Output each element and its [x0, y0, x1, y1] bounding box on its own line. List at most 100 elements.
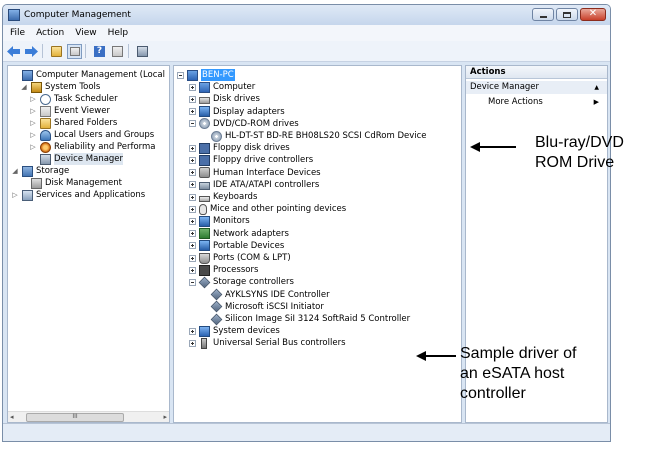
scroll-right-icon[interactable]: ▸: [163, 412, 167, 422]
tree-item-shared-folders[interactable]: ▷ Shared Folders: [29, 117, 117, 129]
collapse-icon[interactable]: ▲: [594, 81, 599, 94]
tree-item-label: Computer Management (Local: [36, 70, 165, 80]
device-item-ben-pc[interactable]: BEN-PC: [177, 69, 235, 81]
tree-item-disk-management[interactable]: Disk Management: [20, 177, 122, 189]
tree-item-services-and-applications[interactable]: ▷ Services and Applications: [11, 189, 145, 201]
device-item-monitors[interactable]: Monitors: [189, 215, 250, 227]
device-item-computer[interactable]: Computer: [189, 81, 255, 93]
tree-item-label: Reliability and Performa: [54, 142, 156, 152]
maximize-button[interactable]: [556, 8, 578, 21]
tree-item-local-users-and-groups[interactable]: ▷ Local Users and Groups: [29, 129, 154, 141]
collapse-minus-icon[interactable]: [177, 71, 184, 79]
device-item-ayklsyns-ide-controller[interactable]: AYKLSYNS IDE Controller: [201, 288, 330, 301]
expand-plus-icon[interactable]: [189, 254, 196, 262]
expand-plus-icon[interactable]: [189, 83, 196, 91]
menu-file[interactable]: File: [10, 28, 25, 38]
expand-arrow-icon[interactable]: ▷: [11, 191, 19, 199]
device-item-floppy-disk-drives[interactable]: Floppy disk drives: [189, 142, 290, 154]
tree-item-storage[interactable]: ◢ Storage: [11, 165, 69, 177]
device-item-dvd-cd-rom-drives[interactable]: DVD/CD-ROM drives: [189, 118, 299, 130]
expand-plus-icon[interactable]: [189, 95, 196, 103]
device-item-microsoft-iscsi-initiator[interactable]: Microsoft iSCSI Initiator: [201, 300, 324, 313]
horizontal-scrollbar[interactable]: ◂ III ▸: [8, 411, 169, 422]
expand-arrow-icon[interactable]: ▷: [29, 95, 37, 103]
device-item-floppy-drive-controllers[interactable]: Floppy drive controllers: [189, 154, 313, 166]
tree-item-device-manager[interactable]: Device Manager: [29, 153, 124, 165]
tree-item-event-viewer[interactable]: ▷ Event Viewer: [29, 105, 110, 117]
collapse-arrow-icon[interactable]: ◢: [11, 167, 19, 175]
up-folder-button[interactable]: [49, 44, 64, 59]
device-item-display-adapters[interactable]: Display adapters: [189, 106, 285, 118]
actions-section-device-manager[interactable]: Device Manager ▲: [466, 81, 607, 94]
bluray-arrow: [470, 142, 516, 152]
tree-item-task-scheduler[interactable]: ▷ Task Scheduler: [29, 93, 118, 105]
processor-icon: [199, 264, 210, 276]
menu-view[interactable]: View: [75, 28, 96, 38]
expand-plus-icon[interactable]: [189, 193, 196, 201]
show-hide-tree-button[interactable]: [67, 43, 82, 59]
users-icon: [40, 129, 51, 141]
tree-item-reliability-and-performa[interactable]: ▷ Reliability and Performa: [29, 141, 156, 153]
expand-plus-icon[interactable]: [189, 230, 196, 238]
more-actions-item[interactable]: More Actions: [488, 96, 543, 109]
device-item-silicon-image-sii-3124-softraid-5-controller[interactable]: Silicon Image SiI 3124 SoftRaid 5 Contro…: [201, 313, 410, 325]
esata-annotation: Sample driver of an eSATA host controlle…: [460, 344, 577, 404]
device-item-label: Keyboards: [213, 192, 258, 202]
computer-management-app-icon: [8, 9, 20, 21]
menu-action[interactable]: Action: [36, 28, 64, 38]
expand-plus-icon[interactable]: [189, 181, 196, 189]
device-item-network-adapters[interactable]: Network adapters: [189, 228, 289, 240]
tree-item-computer-management-local[interactable]: Computer Management (Local: [11, 69, 165, 81]
monitor-icon: [199, 106, 210, 118]
help-icon: ?: [94, 45, 105, 57]
expand-plus-icon[interactable]: [189, 144, 196, 152]
bluray-annotation-line1: Blu-ray/DVD: [535, 134, 624, 151]
expand-arrow-icon[interactable]: ▷: [29, 107, 37, 115]
device-item-mice-and-other-pointing-devices[interactable]: Mice and other pointing devices: [189, 203, 346, 215]
collapse-arrow-icon[interactable]: ◢: [20, 83, 28, 91]
device-item-system-devices[interactable]: System devices: [189, 325, 280, 337]
close-button[interactable]: ✕: [580, 8, 606, 21]
device-item-ide-ata-atapi-controllers[interactable]: IDE ATA/ATAPI controllers: [189, 179, 319, 191]
bluray-annotation: Blu-ray/DVD ROM Drive: [535, 133, 624, 173]
device-item-disk-drives[interactable]: Disk drives: [189, 93, 260, 105]
device-item-processors[interactable]: Processors: [189, 264, 258, 276]
scroll-left-icon[interactable]: ◂: [10, 412, 14, 422]
expand-plus-icon[interactable]: [189, 217, 196, 225]
expand-plus-icon[interactable]: [189, 266, 196, 274]
menu-help[interactable]: Help: [108, 28, 129, 38]
title-bar[interactable]: Computer Management ✕: [3, 5, 610, 25]
minimize-button[interactable]: [532, 8, 554, 21]
storage-controller-icon: [210, 300, 223, 313]
expand-plus-icon[interactable]: [189, 108, 196, 116]
help-button[interactable]: ?: [92, 44, 107, 59]
expand-plus-icon[interactable]: [189, 169, 196, 177]
device-item-keyboards[interactable]: Keyboards: [189, 191, 257, 203]
device-item-ports-com-lpt[interactable]: Ports (COM & LPT): [189, 252, 291, 264]
collapse-minus-icon[interactable]: [189, 120, 196, 128]
tree-item-system-tools[interactable]: ◢ System Tools: [20, 81, 100, 93]
tree-item-label: System Tools: [45, 82, 101, 92]
expand-plus-icon[interactable]: [189, 156, 196, 164]
properties-button[interactable]: [110, 44, 125, 59]
device-item-storage-controllers[interactable]: Storage controllers: [189, 276, 294, 289]
scrollbar-thumb[interactable]: III: [26, 413, 124, 422]
expand-plus-icon[interactable]: [189, 205, 196, 213]
forward-button[interactable]: [24, 44, 39, 59]
expand-arrow-icon[interactable]: ▷: [29, 131, 37, 139]
device-item-hl-dt-st-bd-re-bh08ls20-scsi-cdrom-device[interactable]: HL-DT-ST BD-RE BH08LS20 SCSI CdRom Devic…: [201, 130, 427, 142]
toolbar-separator: [85, 44, 86, 58]
expand-plus-icon[interactable]: [189, 339, 196, 347]
device-item-label: IDE ATA/ATAPI controllers: [213, 179, 320, 190]
scan-hardware-button[interactable]: [135, 44, 150, 59]
device-item-universal-serial-bus-controllers[interactable]: Universal Serial Bus controllers: [189, 337, 346, 349]
device-item-label: Ports (COM & LPT): [213, 253, 291, 263]
back-button[interactable]: [6, 44, 21, 59]
device-item-human-interface-devices[interactable]: Human Interface Devices: [189, 167, 321, 179]
device-item-portable-devices[interactable]: Portable Devices: [189, 240, 284, 252]
expand-plus-icon[interactable]: [189, 242, 196, 250]
expand-arrow-icon[interactable]: ▷: [29, 119, 37, 127]
expand-plus-icon[interactable]: [189, 327, 196, 335]
collapse-minus-icon[interactable]: [189, 278, 196, 286]
expand-arrow-icon[interactable]: ▷: [29, 143, 37, 151]
